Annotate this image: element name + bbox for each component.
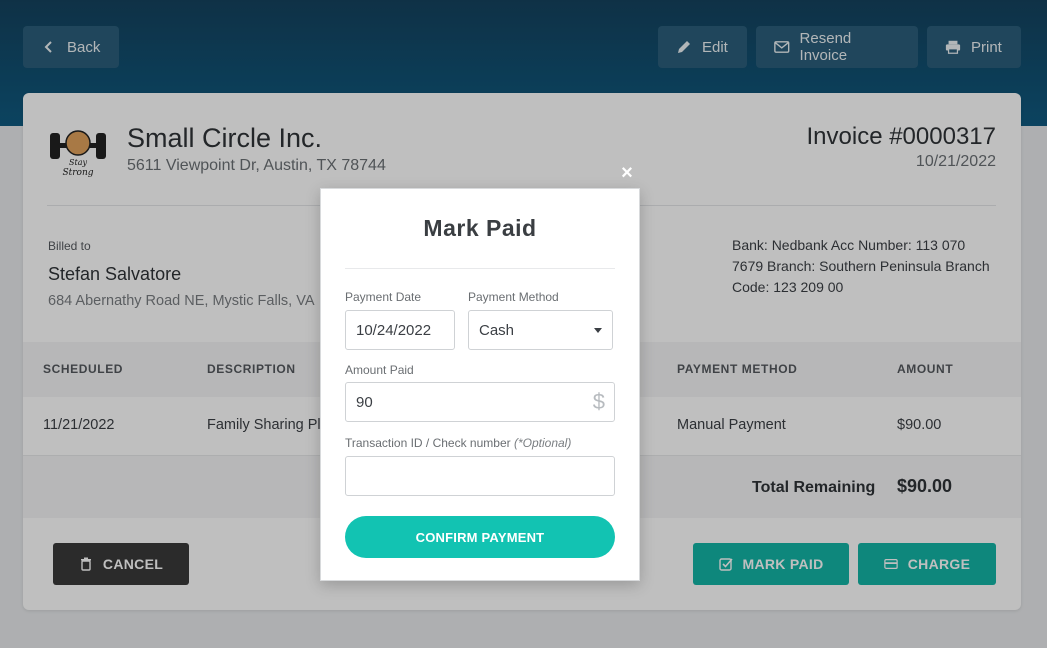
transaction-id-label-text: Transaction ID / Check number: [345, 436, 511, 450]
amount-paid-value: 90: [356, 393, 373, 411]
optional-hint: (*Optional): [513, 436, 572, 450]
confirm-payment-label: CONFIRM PAYMENT: [415, 529, 545, 545]
amount-paid-label: Amount Paid: [345, 363, 414, 377]
dollar-icon: $: [592, 389, 605, 414]
payment-date-label: Payment Date: [345, 290, 422, 304]
mark-paid-dialog: Mark Paid Payment Date 10/24/2022 Paymen…: [320, 188, 640, 581]
payment-method-label: Payment Method: [468, 290, 559, 304]
dialog-title: Mark Paid: [423, 215, 537, 241]
caret-down-icon: [594, 328, 602, 333]
dialog-divider: [345, 268, 615, 269]
payment-date-input[interactable]: 10/24/2022: [345, 310, 455, 350]
payment-method-select[interactable]: Cash: [468, 310, 613, 350]
transaction-id-input[interactable]: [345, 456, 615, 496]
transaction-id-label: Transaction ID / Check number (*Optional…: [345, 436, 571, 450]
payment-date-value: 10/24/2022: [356, 321, 432, 339]
amount-paid-input[interactable]: 90 $: [345, 382, 615, 422]
payment-method-value: Cash: [479, 321, 515, 339]
close-icon[interactable]: ×: [617, 162, 637, 184]
confirm-payment-button[interactable]: CONFIRM PAYMENT: [345, 516, 615, 558]
